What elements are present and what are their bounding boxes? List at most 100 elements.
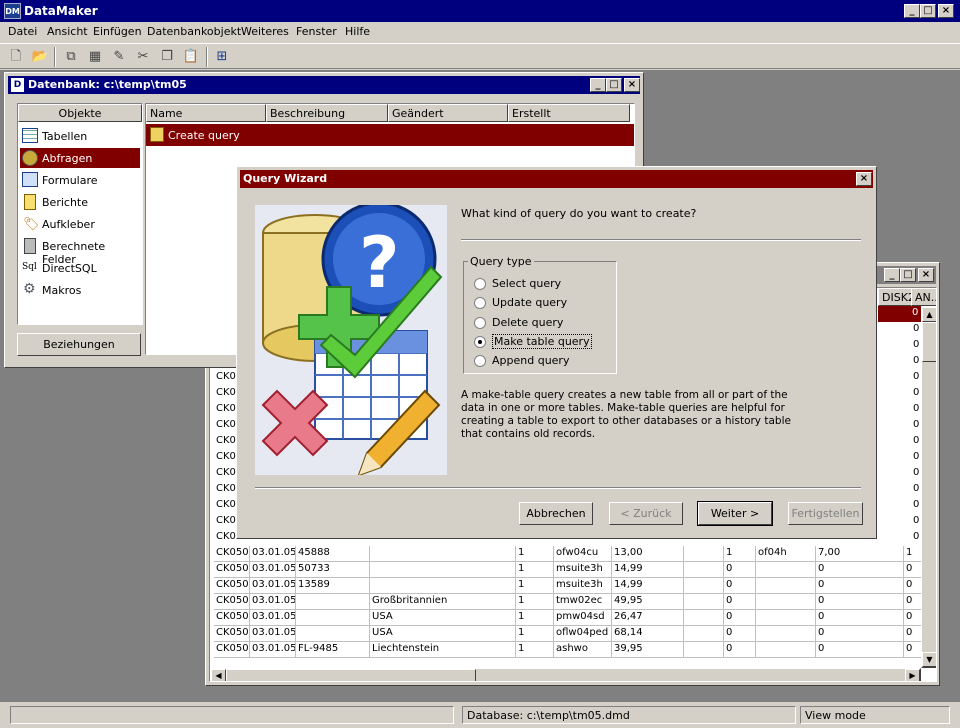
back-button[interactable]: < Zurück <box>609 502 683 525</box>
table-cell[interactable]: 0 <box>816 610 904 626</box>
table-cell[interactable] <box>684 562 724 578</box>
table-cell[interactable]: 7,00 <box>816 546 904 562</box>
object-calculated-fields[interactable]: Berechnete Felder <box>20 236 140 266</box>
table-row[interactable]: CK050 03.01.05 USA 1 pmw04sd 26,47 0 0 0 <box>210 610 924 626</box>
object-macros[interactable]: ⚙ Makros <box>20 280 140 300</box>
menu-hilfe[interactable]: Hilfe <box>345 25 370 38</box>
table-cell[interactable]: pmw04sd <box>554 610 612 626</box>
table-cell[interactable]: 0 <box>911 434 921 450</box>
table-cell[interactable]: 0 <box>724 642 756 658</box>
list-item-create-query[interactable]: Create query <box>146 124 634 146</box>
radio-update-query[interactable] <box>474 297 486 309</box>
table-cell[interactable]: 14,99 <box>612 578 684 594</box>
table-cell[interactable]: 1 <box>516 610 554 626</box>
table-cell[interactable]: 0 <box>724 610 756 626</box>
table-cell[interactable] <box>296 610 370 626</box>
copy-object-icon[interactable]: ⧉ <box>62 48 80 66</box>
table-cell[interactable]: 0 <box>816 594 904 610</box>
scroll-thumb[interactable] <box>922 322 936 362</box>
table-cell[interactable]: 0 <box>911 498 921 514</box>
hscroll-thumb[interactable] <box>226 669 476 681</box>
table-cell[interactable]: 03.01.05 <box>250 610 296 626</box>
table-cell[interactable]: 0 <box>911 322 921 338</box>
option-append-query[interactable]: Append query <box>492 354 569 367</box>
table-cell[interactable]: Großbritannien <box>370 594 516 610</box>
table-cell[interactable] <box>756 642 816 658</box>
table-cell[interactable] <box>296 626 370 642</box>
table-row[interactable]: CK050 03.01.05 13589 1 msuite3h 14,99 0 0 0 <box>210 578 924 594</box>
table-cell[interactable]: 1 <box>516 578 554 594</box>
table-row[interactable]: CK050 03.01.05 50733 1 msuite3h 14,99 0 0 0 <box>210 562 924 578</box>
table-cell[interactable] <box>296 594 370 610</box>
object-tables[interactable]: Tabellen <box>20 126 140 146</box>
table-cell[interactable]: 0 <box>816 578 904 594</box>
wizard-close-button[interactable]: × <box>856 172 872 186</box>
table-row[interactable]: CK050 03.01.05 Großbritannien 1 tmw02ec 49,95… <box>210 594 924 610</box>
table-cell[interactable] <box>684 626 724 642</box>
scroll-down-icon[interactable]: ▼ <box>922 652 936 667</box>
table-cell[interactable]: 0 <box>816 626 904 642</box>
table-cell[interactable]: of04h <box>756 546 816 562</box>
table-cell[interactable]: 0 <box>911 418 921 434</box>
radio-select-query[interactable] <box>474 278 486 290</box>
vertical-scrollbar[interactable]: ▲ ▼ <box>921 306 936 668</box>
table-cell[interactable]: 03.01.05 <box>250 578 296 594</box>
table-cell[interactable]: CK050 <box>214 642 250 658</box>
scroll-right-icon[interactable]: ▶ <box>905 669 920 681</box>
table-cell[interactable]: 13,00 <box>612 546 684 562</box>
option-make-table-query[interactable]: Make table query <box>492 334 592 349</box>
new-object-icon[interactable]: ▦ <box>86 48 104 66</box>
table-cell[interactable]: 03.01.05 <box>250 642 296 658</box>
table-cell[interactable] <box>756 626 816 642</box>
table-cell[interactable]: 0 <box>911 386 921 402</box>
scroll-up-icon[interactable]: ▲ <box>922 307 936 322</box>
table-cell[interactable]: 1 <box>516 594 554 610</box>
table-cell[interactable]: 1 <box>516 642 554 658</box>
cancel-button[interactable]: Abbrechen <box>519 502 593 525</box>
menu-datei[interactable]: Datei <box>8 25 37 38</box>
table-cell[interactable]: 1 <box>516 562 554 578</box>
copy-icon[interactable]: ❐ <box>158 48 176 66</box>
table-cell[interactable]: msuite3h <box>554 578 612 594</box>
table-cell[interactable]: CK050 <box>214 626 250 642</box>
table-close-button[interactable]: × <box>918 268 934 282</box>
table-cell[interactable]: 0 <box>724 578 756 594</box>
table-cell[interactable]: 68,14 <box>612 626 684 642</box>
db-minimize-button[interactable]: _ <box>590 78 606 92</box>
table-cell[interactable]: oflw04ped <box>554 626 612 642</box>
table-maximize-button[interactable]: □ <box>900 268 916 282</box>
table-cell[interactable]: 0 <box>911 466 921 482</box>
table-row[interactable]: CK050 03.01.05 45888 1 ofw04cu 13,00 1 of04h 7,0… <box>210 546 924 562</box>
table-cell[interactable]: 0 <box>911 482 921 498</box>
table-cell[interactable]: 45888 <box>296 546 370 562</box>
minimize-button[interactable]: _ <box>904 4 920 18</box>
table-cell[interactable]: 03.01.05 <box>250 594 296 610</box>
relations-icon[interactable]: ⊞ <box>213 48 231 66</box>
table-cell[interactable]: 50733 <box>296 562 370 578</box>
column-header[interactable]: DISK2 <box>878 288 912 306</box>
table-minimize-button[interactable]: _ <box>884 268 900 282</box>
table-cell[interactable] <box>684 642 724 658</box>
column-header-description[interactable]: Beschreibung <box>266 104 388 122</box>
table-cell[interactable] <box>684 610 724 626</box>
table-cell[interactable]: FL-9485 <box>296 642 370 658</box>
table-cell[interactable] <box>756 594 816 610</box>
menu-ansicht[interactable]: Ansicht <box>47 25 88 38</box>
column-header-changed[interactable]: Geändert <box>388 104 508 122</box>
table-cell[interactable]: 49,95 <box>612 594 684 610</box>
db-close-button[interactable]: × <box>624 78 640 92</box>
table-cell[interactable]: 0 <box>816 562 904 578</box>
table-cell[interactable]: ofw04cu <box>554 546 612 562</box>
object-directsql[interactable]: Sql DirectSQL <box>20 258 140 278</box>
table-cell[interactable]: ashwo <box>554 642 612 658</box>
table-cell[interactable]: 0 <box>724 626 756 642</box>
table-cell[interactable]: 03.01.05 <box>250 546 296 562</box>
table-cell[interactable]: 26,47 <box>612 610 684 626</box>
table-cell[interactable]: Liechtenstein <box>370 642 516 658</box>
table-cell[interactable]: USA <box>370 626 516 642</box>
table-cell[interactable]: CK050 <box>214 562 250 578</box>
table-cell[interactable]: 0 <box>911 450 921 466</box>
table-cell[interactable]: 0 <box>724 562 756 578</box>
option-update-query[interactable]: Update query <box>492 296 567 309</box>
object-queries-selected[interactable]: Abfragen <box>20 148 140 168</box>
